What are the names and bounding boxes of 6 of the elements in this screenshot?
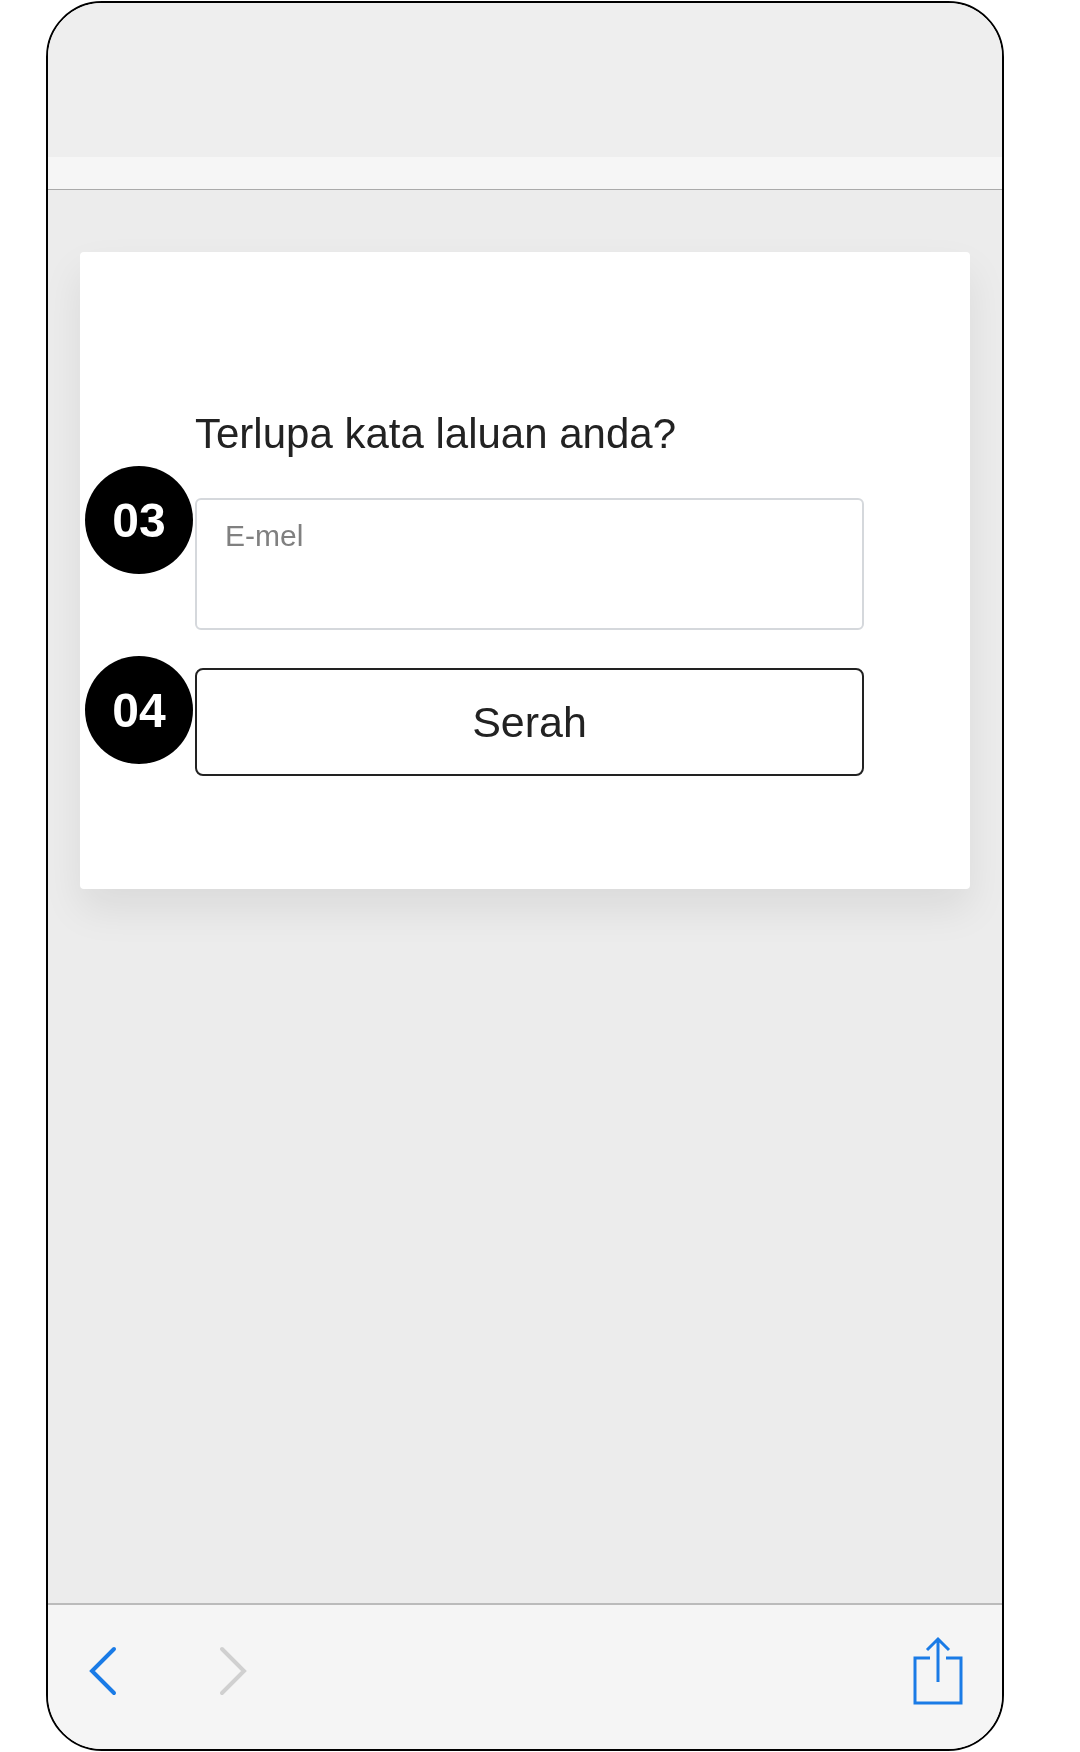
submit-button[interactable]: Serah xyxy=(195,668,864,776)
step-badge: 04 xyxy=(85,656,193,764)
email-field[interactable]: E-mel xyxy=(195,498,864,630)
form-title: Terlupa kata laluan anda? xyxy=(195,410,678,458)
step-badge: 03 xyxy=(85,466,193,574)
share-icon[interactable] xyxy=(912,1636,964,1706)
